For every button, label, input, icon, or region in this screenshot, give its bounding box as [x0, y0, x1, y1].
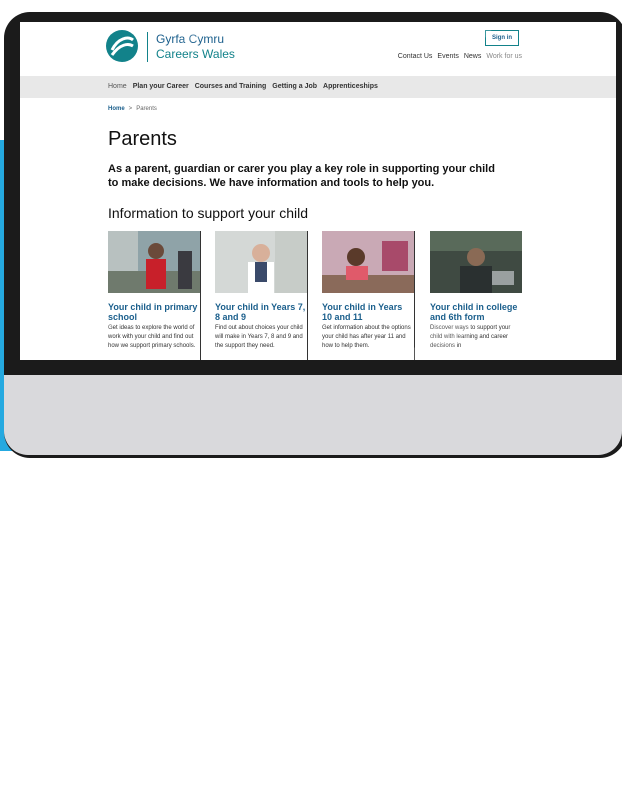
breadcrumb-home[interactable]: Home	[108, 106, 125, 112]
card-title[interactable]: Your child in college and 6th form	[430, 302, 522, 322]
sign-in-button[interactable]: Sign in	[485, 30, 519, 46]
card-years-7-8-9[interactable]: Your child in Years 7, 8 and 9 Find out …	[215, 231, 308, 360]
nav-apprenticeships[interactable]: Apprenticeships	[323, 83, 378, 90]
card-image-years-7-8-9[interactable]	[215, 231, 307, 293]
section-title: Information to support your child	[108, 205, 308, 221]
card-body: Find out about choices your child will m…	[215, 325, 303, 349]
work-for-us-link[interactable]: Work for us	[486, 53, 522, 60]
breadcrumb-current: Parents	[136, 106, 157, 112]
monitor-chin	[4, 375, 622, 805]
card-primary-school[interactable]: Your child in primary school Get ideas t…	[108, 231, 201, 360]
card-image-college[interactable]	[430, 231, 522, 293]
page-intro: As a parent, guardian or carer you play …	[108, 163, 495, 189]
contact-us-link[interactable]: Contact Us	[398, 53, 433, 60]
breadcrumb-separator: >	[128, 106, 133, 112]
decorative-stripe	[44, 322, 116, 360]
site-header: Gyrfa Cymru Careers Wales Sign in Contac…	[20, 22, 616, 76]
card-years-10-11[interactable]: Your child in Years 10 and 11 Get inform…	[322, 231, 415, 360]
card-title[interactable]: Your child in primary school	[108, 302, 200, 322]
careers-wales-logo-icon[interactable]	[106, 30, 138, 62]
card-body: Get information about the options your c…	[322, 325, 411, 349]
nav-home[interactable]: Home	[108, 83, 127, 90]
browser-screen: Gyrfa Cymru Careers Wales Sign in Contac…	[20, 22, 616, 360]
logo-divider	[147, 32, 148, 62]
card-title[interactable]: Your child in Years 7, 8 and 9	[215, 302, 307, 322]
card-title[interactable]: Your child in Years 10 and 11	[322, 302, 414, 322]
card-body: Get ideas to explore the world of work w…	[108, 325, 196, 349]
breadcrumb: Home > Parents	[108, 106, 157, 112]
nav-courses-and-training[interactable]: Courses and Training	[195, 83, 267, 90]
page-title: Parents	[108, 128, 177, 150]
events-link[interactable]: Events	[437, 53, 458, 60]
card-image-primary[interactable]	[108, 231, 200, 293]
news-link[interactable]: News	[464, 53, 482, 60]
card-image-years-10-11[interactable]	[322, 231, 414, 293]
main-nav: Home Plan your Career Courses and Traini…	[20, 76, 616, 98]
nav-plan-your-career[interactable]: Plan your Career	[133, 83, 189, 90]
nav-getting-a-job[interactable]: Getting a Job	[272, 83, 317, 90]
logo-text-english[interactable]: Careers Wales	[156, 47, 235, 61]
power-button	[314, 779, 340, 805]
top-links: Contact Us Events News Work for us	[398, 53, 522, 60]
